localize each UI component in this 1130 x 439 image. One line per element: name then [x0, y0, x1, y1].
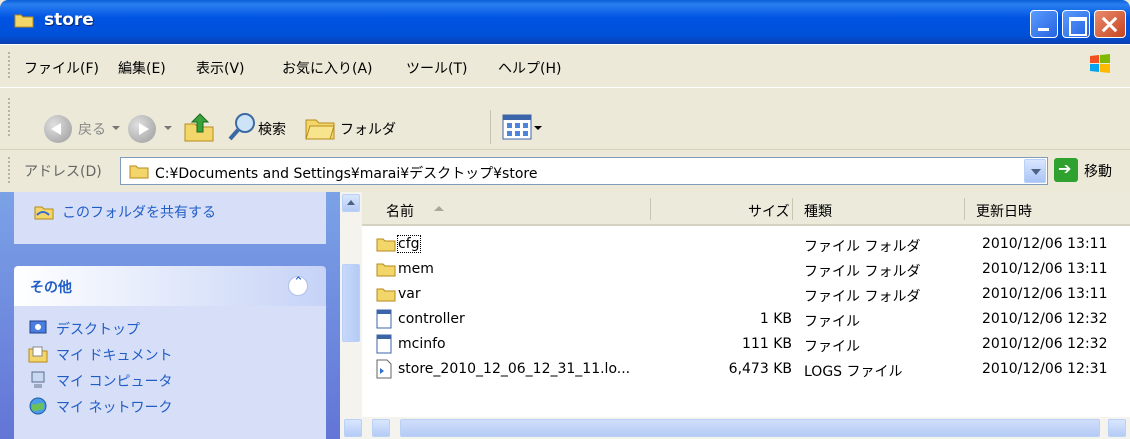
file-type: LOGS ファイル	[804, 364, 903, 380]
table-row[interactable]: controller 1 KB ファイル 2010/12/06 12:32	[362, 307, 1130, 333]
menu-grip[interactable]	[8, 52, 10, 80]
file-modified: 2010/12/06 13:11	[982, 236, 1108, 252]
menu-help[interactable]: ヘルプ(H)	[498, 58, 561, 78]
my-network-icon[interactable]	[28, 396, 48, 416]
scroll-left-arrow-icon[interactable]	[372, 419, 390, 437]
view-mode-icon[interactable]	[502, 114, 532, 140]
address-label: アドレス(D)	[24, 164, 102, 180]
menu-bar	[0, 44, 1130, 88]
file-type: ファイル	[804, 314, 860, 330]
go-button-label[interactable]: 移動	[1084, 161, 1112, 181]
file-name[interactable]: mcinfo	[398, 336, 446, 352]
column-header-type[interactable]: 種類	[804, 201, 832, 221]
file-name[interactable]: store_2010_12_06_12_31_11.lo...	[398, 361, 630, 377]
address-dropdown-button[interactable]	[1024, 159, 1046, 183]
column-header-name[interactable]: 名前	[386, 201, 414, 221]
column-header-size[interactable]: サイズ	[748, 201, 790, 221]
search-icon[interactable]	[226, 110, 260, 144]
view-dropdown-icon[interactable]	[534, 126, 542, 130]
file-modified: 2010/12/06 12:31	[982, 361, 1108, 377]
file-modified: 2010/12/06 12:32	[982, 336, 1108, 352]
file-name[interactable]: cfg	[397, 235, 421, 253]
file-modified: 2010/12/06 13:11	[982, 286, 1108, 302]
windows-logo-icon	[1090, 54, 1110, 73]
file-icon	[376, 334, 392, 354]
forward-arrow-icon[interactable]	[128, 115, 156, 143]
file-type: ファイル	[804, 339, 860, 355]
forward-dropdown-icon[interactable]	[164, 126, 172, 130]
scroll-down-arrow-icon[interactable]	[344, 419, 362, 437]
folders-button-label[interactable]: フォルダ	[340, 119, 396, 139]
log-file-icon	[376, 359, 392, 379]
file-modified: 2010/12/06 12:32	[982, 311, 1108, 327]
table-row[interactable]: store_2010_12_06_12_31_11.lo... 6,473 KB…	[362, 357, 1130, 383]
menu-view[interactable]: 表示(V)	[196, 58, 245, 78]
file-name[interactable]: mem	[398, 261, 434, 277]
file-type: ファイル フォルダ	[804, 264, 921, 280]
share-folder-icon[interactable]	[34, 201, 54, 221]
file-size: 111 KB	[742, 336, 792, 352]
my-network-link[interactable]: マイ ネットワーク	[56, 397, 172, 417]
task-pane-scroll-thumb[interactable]	[342, 264, 360, 342]
share-folder-link[interactable]: このフォルダを共有する	[62, 202, 216, 222]
title-bar[interactable]	[0, 0, 1130, 44]
minimize-button[interactable]	[1030, 10, 1058, 38]
scroll-right-arrow-icon[interactable]	[1108, 419, 1126, 437]
file-type: ファイル フォルダ	[804, 239, 921, 255]
maximize-button[interactable]	[1062, 10, 1090, 38]
table-row[interactable]: cfg ファイル フォルダ 2010/12/06 13:11	[362, 232, 1130, 258]
address-path[interactable]: C:¥Documents and Settings¥marai¥デスクトップ¥s…	[155, 163, 537, 183]
menu-favorites[interactable]: お気に入り(A)	[282, 58, 373, 78]
table-row[interactable]: mem ファイル フォルダ 2010/12/06 13:11	[362, 257, 1130, 283]
my-documents-link[interactable]: マイ ドキュメント	[56, 345, 172, 365]
my-documents-icon[interactable]	[28, 344, 48, 364]
folder-icon	[129, 165, 149, 179]
collapse-chevron-icon[interactable]	[288, 275, 308, 296]
back-arrow-icon[interactable]	[44, 115, 72, 143]
menu-file[interactable]: ファイル(F)	[24, 58, 99, 78]
toolbar-separator	[490, 110, 491, 144]
my-computer-icon[interactable]	[28, 370, 48, 390]
close-button[interactable]	[1094, 10, 1126, 38]
back-button-label[interactable]: 戻る	[78, 119, 106, 139]
file-modified: 2010/12/06 13:11	[982, 261, 1108, 277]
folder-icon	[376, 263, 396, 277]
table-row[interactable]: mcinfo 111 KB ファイル 2010/12/06 12:32	[362, 332, 1130, 358]
desktop-icon[interactable]	[28, 318, 48, 338]
my-computer-link[interactable]: マイ コンピュータ	[56, 371, 172, 391]
folder-icon	[14, 14, 34, 28]
back-dropdown-icon[interactable]	[112, 126, 120, 130]
standard-toolbar	[0, 88, 1130, 150]
go-arrow-icon[interactable]	[1054, 158, 1078, 182]
file-name[interactable]: var	[398, 286, 421, 302]
toolbar-grip[interactable]	[8, 98, 10, 138]
sort-ascending-icon	[434, 206, 444, 211]
file-icon	[376, 309, 392, 329]
folders-icon[interactable]	[304, 112, 336, 142]
column-separator[interactable]	[964, 198, 965, 220]
other-places-title[interactable]: その他	[30, 277, 72, 297]
file-size: 6,473 KB	[728, 361, 792, 377]
column-separator[interactable]	[792, 198, 793, 220]
horizontal-scroll-thumb[interactable]	[400, 419, 1100, 437]
menu-tools[interactable]: ツール(T)	[406, 58, 467, 78]
address-grip[interactable]	[8, 157, 10, 183]
search-button-label[interactable]: 検索	[258, 119, 286, 139]
folder-icon	[376, 288, 396, 302]
folder-icon	[376, 238, 396, 252]
address-field[interactable]: C:¥Documents and Settings¥marai¥デスクトップ¥s…	[120, 157, 1048, 185]
scroll-up-arrow-icon[interactable]	[342, 194, 360, 212]
up-folder-icon[interactable]	[182, 110, 216, 144]
file-size: 1 KB	[759, 311, 792, 327]
column-separator[interactable]	[650, 198, 651, 220]
menu-edit[interactable]: 編集(E)	[118, 58, 166, 78]
table-row[interactable]: var ファイル フォルダ 2010/12/06 13:11	[362, 282, 1130, 308]
desktop-link[interactable]: デスクトップ	[56, 319, 140, 339]
window-title: store	[44, 10, 94, 30]
file-type: ファイル フォルダ	[804, 289, 921, 305]
file-name[interactable]: controller	[398, 311, 465, 327]
column-header-modified[interactable]: 更新日時	[976, 201, 1032, 221]
